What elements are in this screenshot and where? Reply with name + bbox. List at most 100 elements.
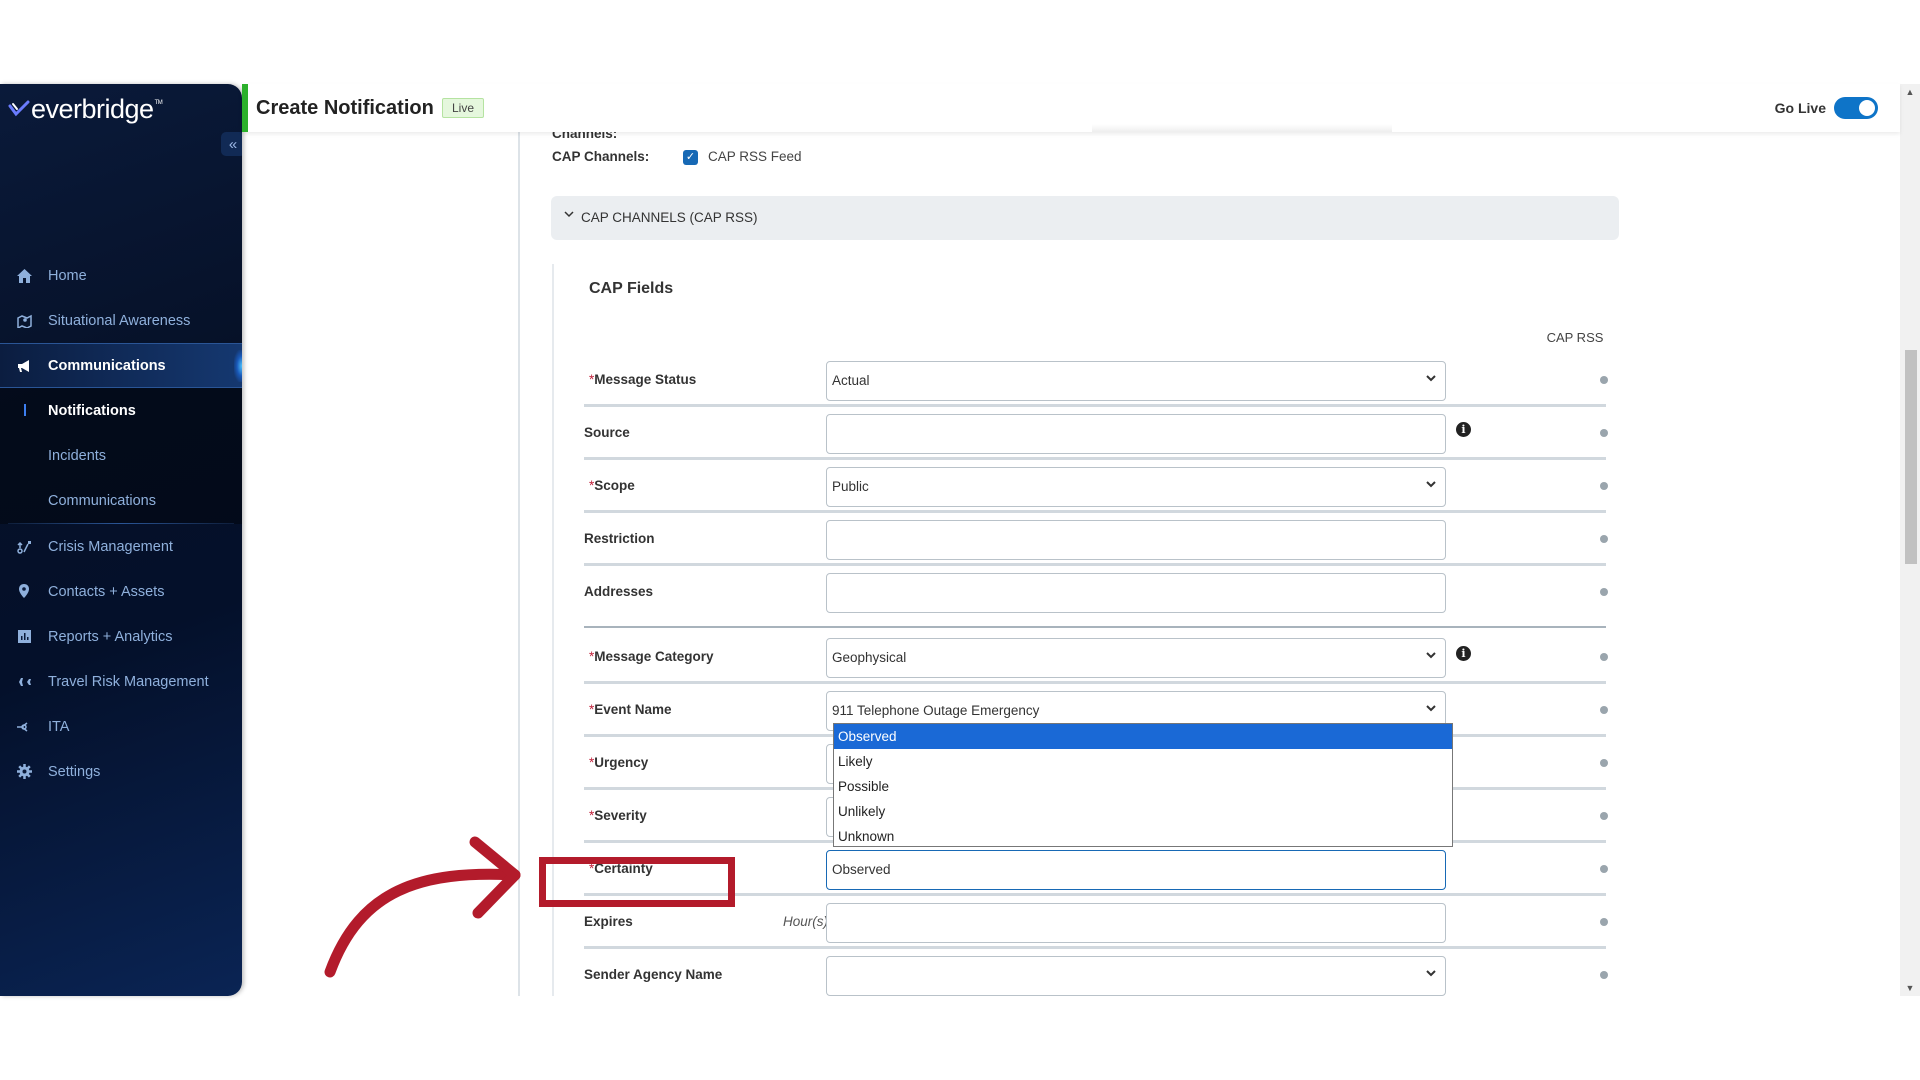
dropdown-option-unlikely[interactable]: Unlikely: [834, 799, 1452, 824]
sidebar-item-settings[interactable]: Settings: [0, 749, 242, 794]
sidebar-item-label: Settings: [48, 763, 101, 780]
field-label: Expires: [584, 914, 633, 929]
sender-agency-name-select[interactable]: [826, 956, 1446, 996]
field-label: *Event Name: [589, 702, 672, 717]
cap-rss-column-header: CAP RSS: [1546, 330, 1604, 345]
go-live-toggle[interactable]: [1834, 97, 1878, 119]
form-row-scope: *Scope Public: [584, 460, 1608, 513]
cap-rss-status-dot: [1600, 918, 1608, 926]
sidebar-item-communications[interactable]: Communications: [0, 343, 242, 388]
dropdown-option-possible[interactable]: Possible: [834, 774, 1452, 799]
chevron-down-icon: [1426, 481, 1436, 488]
active-glow: [234, 350, 242, 382]
sidebar-item-situational-awareness[interactable]: Situational Awareness: [0, 298, 242, 343]
form-row-addresses: Addresses: [584, 566, 1608, 628]
go-live-control: Go Live: [1775, 97, 1878, 119]
form-row-certainty: *Certainty Observed: [584, 843, 1608, 896]
cap-rss-status-dot: [1600, 759, 1608, 767]
sidebar-subitem-label: Communications: [48, 492, 156, 509]
sidebar-subitem-communications[interactable]: Communications: [0, 478, 242, 523]
field-label: *Message Status: [589, 372, 697, 387]
logo-mark-icon: [8, 100, 30, 117]
scroll-up-arrow-icon[interactable]: ▲: [1900, 84, 1920, 100]
brand-name: everbridge: [31, 93, 154, 124]
sidebar-item-label: Travel Risk Management: [48, 673, 209, 690]
form-row-message-category: *Message Category Geophysical i: [584, 628, 1608, 684]
page-header: Create Notification Live Go Live: [242, 84, 1900, 132]
scroll-down-arrow-icon[interactable]: ▼: [1900, 980, 1920, 996]
dropdown-option-observed[interactable]: Observed: [834, 724, 1452, 749]
toggle-knob: [1859, 100, 1875, 116]
sidebar-nav: Home Situational Awareness Communication…: [0, 253, 242, 794]
chevron-down-icon: [1426, 705, 1436, 712]
cap-channels-label: CAP Channels:: [552, 149, 650, 164]
collapse-sidebar-button[interactable]: «: [221, 132, 242, 156]
certainty-select[interactable]: Observed: [826, 850, 1446, 890]
field-label: Addresses: [584, 584, 654, 599]
sidebar-item-crisis-management[interactable]: Crisis Management: [0, 524, 242, 569]
sidebar-subitem-incidents[interactable]: Incidents: [0, 433, 242, 478]
cap-rss-status-dot: [1600, 429, 1608, 437]
chevron-down-icon: [1426, 652, 1436, 659]
field-label: Source: [584, 425, 630, 440]
cap-fields-form: *Message Status Actual Source i *Scope P…: [584, 354, 1608, 996]
location-pin-icon: [16, 584, 32, 600]
active-indicator: [24, 404, 26, 416]
message-category-select[interactable]: Geophysical: [826, 638, 1446, 678]
chevron-down-icon: [1426, 375, 1436, 382]
restriction-input[interactable]: [826, 520, 1446, 560]
status-badge: Live: [442, 98, 485, 118]
cap-rss-status-dot: [1600, 812, 1608, 820]
scope-select[interactable]: Public: [826, 467, 1446, 507]
chart-icon: [16, 629, 32, 645]
form-row-restriction: Restriction: [584, 513, 1608, 566]
sidebar-subitem-label: Incidents: [48, 447, 107, 464]
dropdown-option-unknown[interactable]: Unknown: [834, 824, 1452, 849]
source-input[interactable]: [826, 414, 1446, 454]
chevron-down-icon: [564, 207, 574, 221]
sidebar-item-label: ITA: [48, 718, 70, 735]
addresses-input[interactable]: [826, 573, 1446, 613]
info-icon[interactable]: i: [1456, 422, 1471, 437]
sidebar-item-ita[interactable]: ITA: [0, 704, 242, 749]
airplane-icon: [16, 674, 32, 690]
annotation-highlight-box: [539, 857, 735, 907]
network-icon: [16, 719, 32, 735]
cap-fields-title: CAP Fields: [589, 280, 674, 297]
cap-rss-feed-label[interactable]: CAP RSS Feed: [708, 149, 802, 164]
expires-input[interactable]: [826, 903, 1446, 943]
sidebar-item-contacts-assets[interactable]: Contacts + Assets: [0, 569, 242, 614]
sidebar-item-label: Reports + Analytics: [48, 628, 173, 645]
header-accent-bar: [242, 84, 248, 132]
page-scrollbar[interactable]: ▲ ▼: [1900, 84, 1920, 996]
select-value: Actual: [832, 373, 870, 388]
field-label: *Message Category: [589, 649, 714, 664]
megaphone-icon: [16, 358, 32, 374]
info-icon[interactable]: i: [1456, 646, 1471, 661]
form-row-message-status: *Message Status Actual: [584, 354, 1608, 407]
cap-rss-feed-checkbox[interactable]: ✓: [683, 150, 698, 165]
select-value: Geophysical: [832, 650, 907, 665]
message-status-select[interactable]: Actual: [826, 361, 1446, 401]
gear-icon: [16, 764, 32, 780]
sidebar: everbridge TM « Home Situational Awarene…: [0, 84, 242, 996]
screen: everbridge TM « Home Situational Awarene…: [0, 0, 1920, 1080]
cap-rss-status-dot: [1600, 653, 1608, 661]
cap-rss-status-dot: [1600, 971, 1608, 979]
channels-label: Channels:: [552, 132, 618, 141]
scrollbar-thumb[interactable]: [1905, 350, 1917, 564]
accordion-label: CAP CHANNELS (CAP RSS): [581, 210, 758, 225]
cap-channels-accordion[interactable]: CAP CHANNELS (CAP RSS): [551, 196, 1619, 240]
everbridge-logo[interactable]: everbridge TM: [8, 93, 163, 124]
sidebar-item-travel-risk-management[interactable]: Travel Risk Management: [0, 659, 242, 704]
sidebar-subitem-notifications[interactable]: Notifications: [0, 388, 242, 433]
sidebar-item-reports-analytics[interactable]: Reports + Analytics: [0, 614, 242, 659]
map-icon: [16, 313, 32, 329]
sidebar-subitem-label: Notifications: [48, 402, 136, 419]
cap-rss-status-dot: [1600, 588, 1608, 596]
field-label: Restriction: [584, 531, 655, 546]
annotation-arrow-icon: [324, 836, 521, 978]
home-icon: [16, 268, 32, 284]
dropdown-option-likely[interactable]: Likely: [834, 749, 1452, 774]
sidebar-item-home[interactable]: Home: [0, 253, 242, 298]
